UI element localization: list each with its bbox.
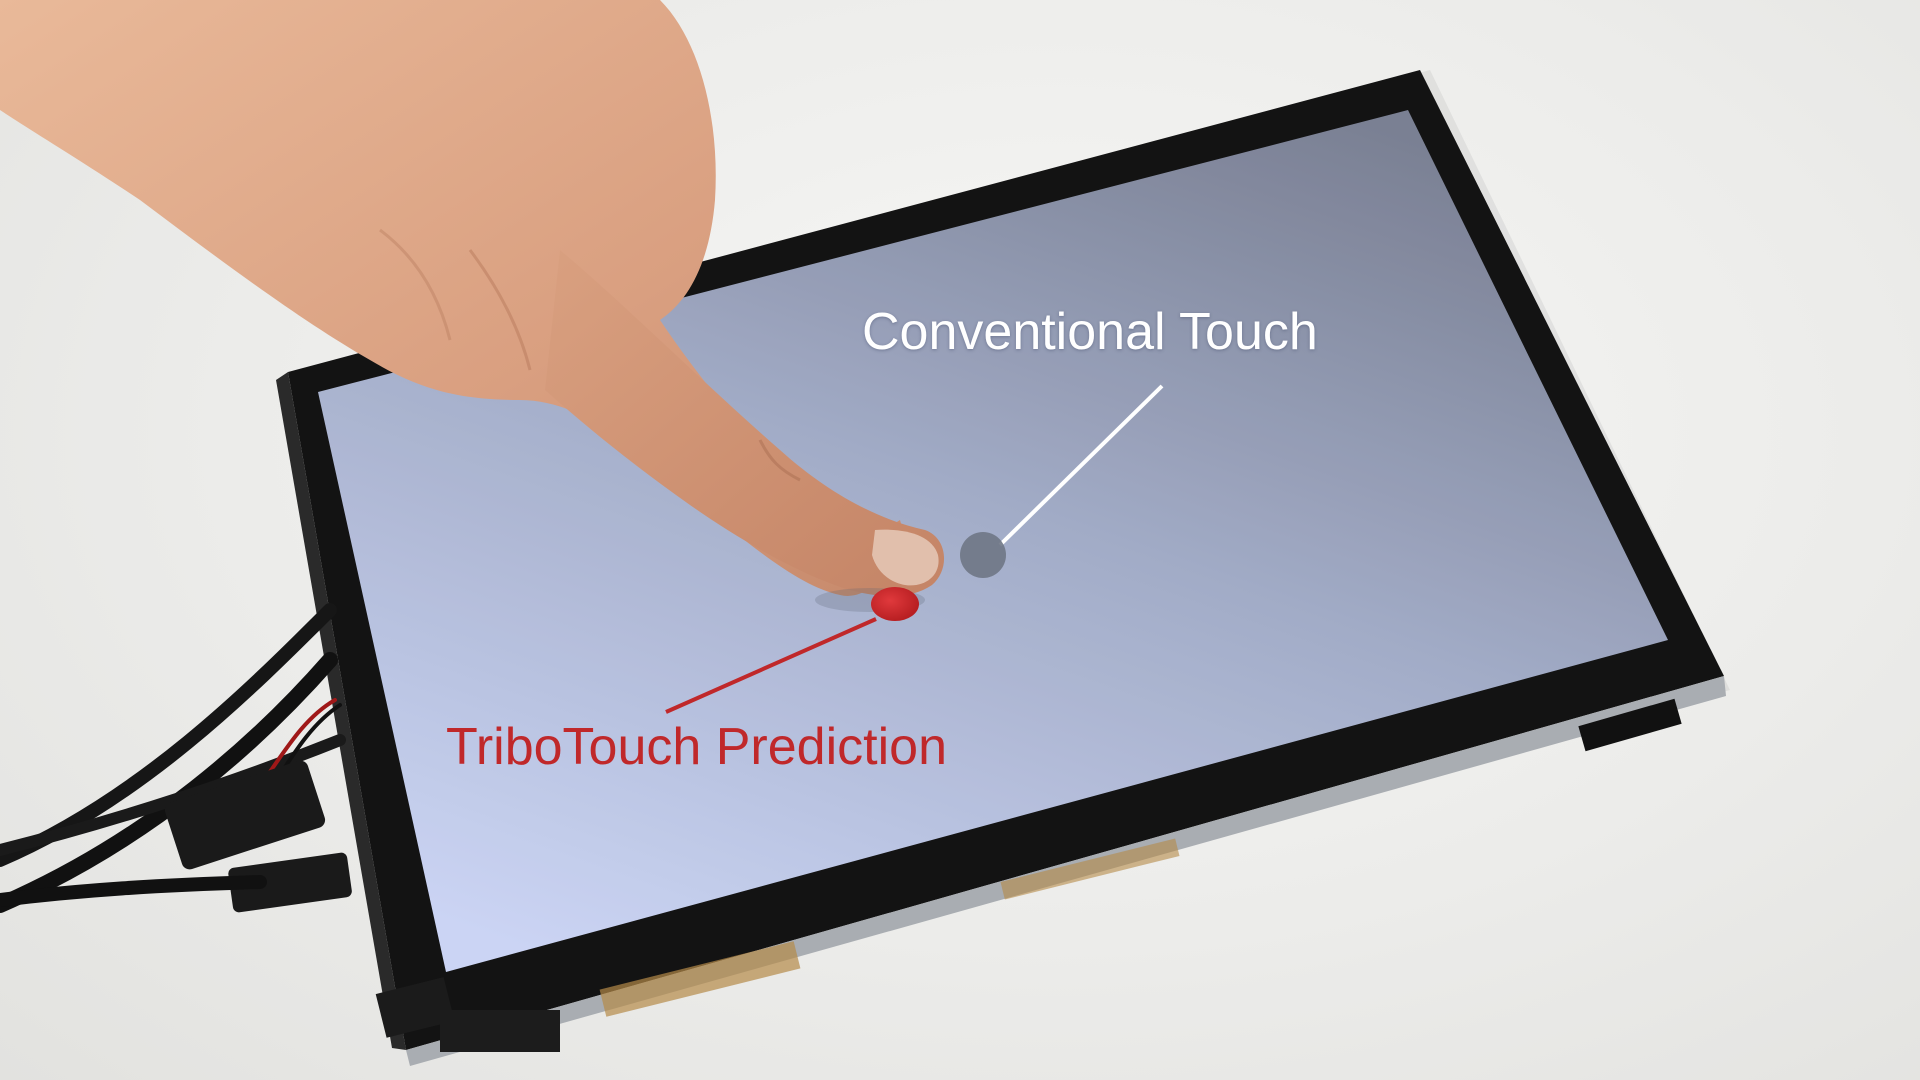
photo-scene: Conventional Touch TriboTouch Prediction [0,0,1920,1080]
grey-dot-icon [960,532,1006,578]
conventional-touch-label: Conventional Touch [862,303,1318,361]
tribotouch-prediction-label: TriboTouch Prediction [446,718,947,776]
cables [0,603,352,913]
photo-illustration [0,0,1730,1066]
red-dot-icon [871,587,919,621]
